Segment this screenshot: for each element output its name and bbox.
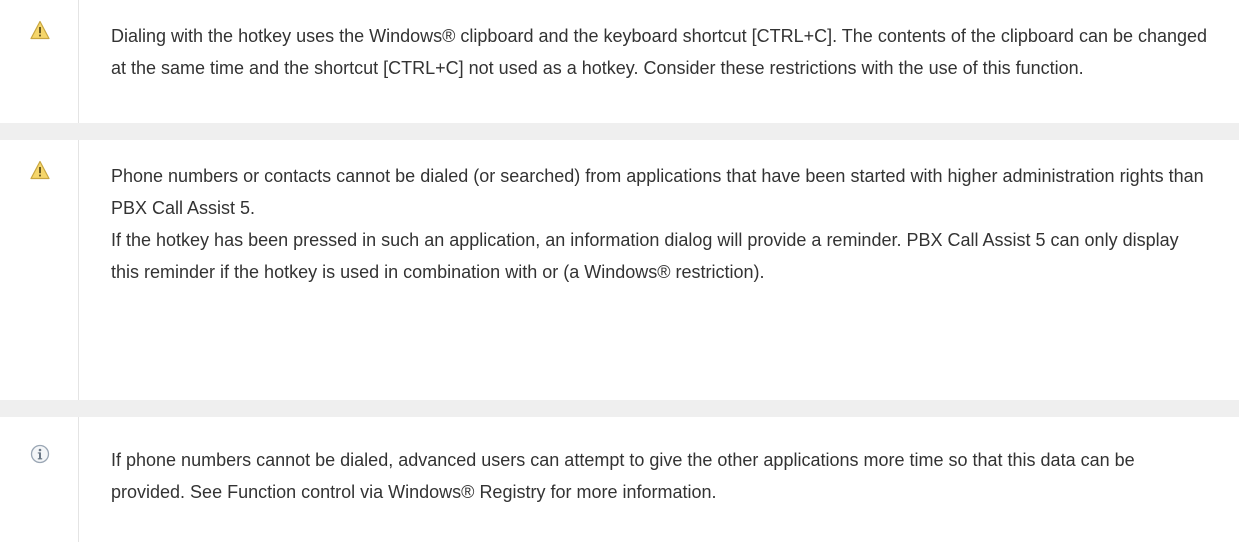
note-text-paragraph-2: If the hotkey has been pressed in such a…: [111, 230, 1179, 282]
row-divider: [0, 400, 1239, 417]
note-row-admin-rights: Phone numbers or contacts cannot be dial…: [0, 140, 1239, 400]
row-divider: [0, 123, 1239, 140]
note-text: If phone numbers cannot be dialed, advan…: [111, 450, 1135, 502]
note-icon-cell: [0, 140, 79, 400]
note-text-cell: If phone numbers cannot be dialed, advan…: [111, 444, 1209, 508]
note-row-clipboard: Dialing with the hotkey uses the Windows…: [0, 0, 1239, 123]
note-icon-cell: [0, 417, 79, 542]
warning-icon: [30, 160, 50, 180]
note-text: Dialing with the hotkey uses the Windows…: [111, 26, 1208, 78]
note-text-paragraph-1: Phone numbers or contacts cannot be dial…: [111, 166, 1204, 218]
warning-icon: [30, 20, 50, 40]
notes-table: Dialing with the hotkey uses the Windows…: [0, 0, 1239, 542]
note-icon-cell: [0, 0, 79, 123]
note-text-cell: Dialing with the hotkey uses the Windows…: [111, 20, 1209, 84]
note-text-cell: Phone numbers or contacts cannot be dial…: [111, 160, 1209, 288]
note-row-registry: If phone numbers cannot be dialed, advan…: [0, 417, 1239, 542]
info-icon: [30, 444, 50, 464]
